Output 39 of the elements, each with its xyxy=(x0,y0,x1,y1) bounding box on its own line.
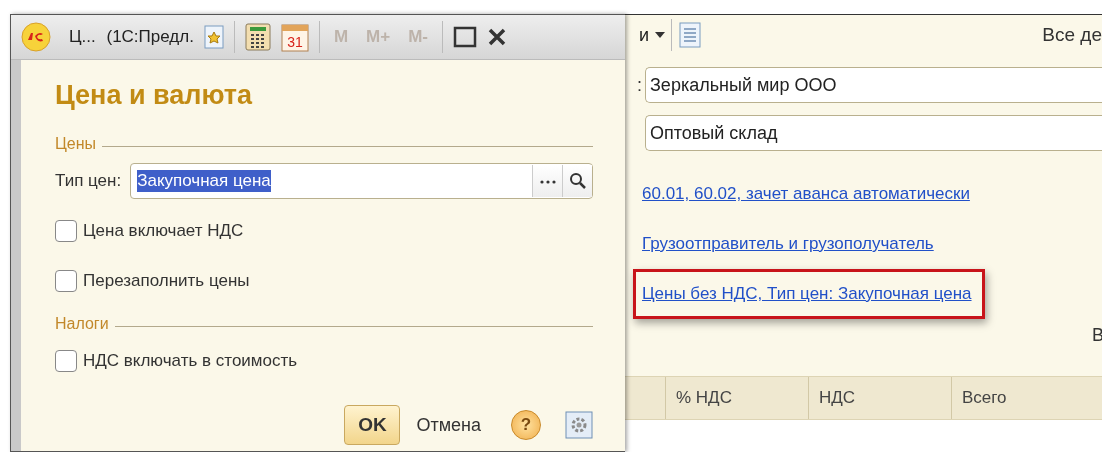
column-header: НДС xyxy=(808,377,951,419)
dialog-heading: Цена и валюта xyxy=(55,80,254,111)
link[interactable]: 60.01, 60.02, зачет аванса автоматически xyxy=(642,184,970,204)
search-button[interactable] xyxy=(562,165,592,197)
input-field[interactable]: Оптовый склад xyxy=(645,115,1102,151)
section-title: Налоги xyxy=(55,315,109,333)
checkbox-label: НДС включать в стоимость xyxy=(83,351,298,371)
link[interactable]: Цены без НДС, Тип цен: Закупочная цена xyxy=(642,284,972,304)
cancel-button[interactable]: Отмена xyxy=(410,413,487,437)
field-label: : xyxy=(637,74,643,96)
calendar-icon[interactable]: 31 xyxy=(280,22,309,52)
search-icon xyxy=(568,172,587,190)
settings-icon[interactable] xyxy=(565,411,593,439)
maximize-icon[interactable] xyxy=(453,26,477,48)
column-header: % НДС xyxy=(665,377,808,419)
window-title: Ц... (1С:Предл. xyxy=(69,27,194,47)
caret-icon xyxy=(655,32,666,38)
favorite-icon[interactable] xyxy=(203,25,224,49)
input-field[interactable]: Зеркальный мир ООО xyxy=(645,67,1102,103)
checkbox[interactable] xyxy=(55,350,77,372)
help-button[interactable]: ? xyxy=(511,410,541,440)
section-title: Цены xyxy=(55,135,97,153)
checkbox-label: Перезаполнить цены xyxy=(83,271,250,291)
close-icon[interactable] xyxy=(487,27,507,47)
header-text: Все де xyxy=(1042,24,1102,46)
checkbox[interactable] xyxy=(55,270,77,292)
calculator-icon[interactable] xyxy=(244,23,271,51)
checkbox[interactable] xyxy=(55,220,77,242)
field-value: Закупочная цена xyxy=(137,170,271,192)
ok-button[interactable]: OK xyxy=(344,405,401,445)
price-type-field[interactable]: Закупочная цена xyxy=(130,163,593,199)
field-label: Тип цен: xyxy=(55,171,122,191)
checkbox-label: Цена включает НДС xyxy=(83,221,244,241)
link[interactable]: Грузоотправитель и грузополучатель xyxy=(642,234,934,254)
logo-icon xyxy=(21,22,51,52)
document-icon[interactable] xyxy=(678,21,703,49)
menu-button[interactable]: и xyxy=(639,24,666,46)
column-header: Всего xyxy=(951,377,1091,419)
ellipsis-icon xyxy=(538,178,557,184)
